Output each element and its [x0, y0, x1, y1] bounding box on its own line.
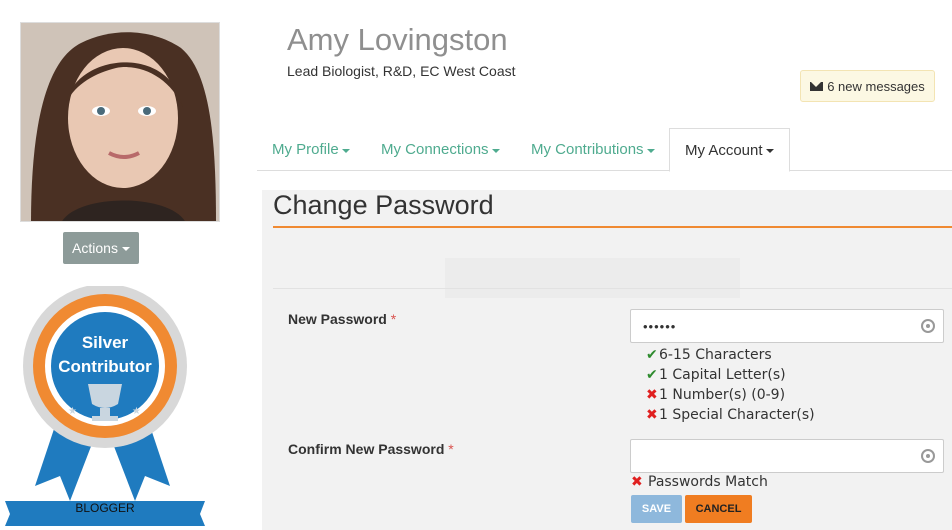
check-icon: ✔ [646, 347, 658, 363]
svg-text:★: ★ [132, 406, 141, 417]
profile-role: Lead Biologist, R&D, EC West Coast [287, 63, 516, 79]
badge-ribbon-text: BLOGGER [75, 501, 135, 515]
tab-my-profile[interactable]: My Profile [272, 128, 350, 171]
messages-label: 6 new messages [827, 78, 925, 94]
cross-icon: ✖ [646, 387, 658, 403]
badge-line1: Silver [82, 333, 129, 352]
new-password-label: New Password * [288, 311, 397, 327]
tab-label: My Connections [381, 141, 489, 158]
chevron-down-icon [121, 247, 130, 251]
change-password-panel [262, 190, 952, 530]
rule-item: ✖ 1 Number(s) (0-9) [646, 387, 786, 403]
save-button[interactable]: SAVE [631, 495, 682, 523]
new-password-field[interactable]: •••••• [630, 309, 944, 343]
messages-button[interactable]: 6 new messages [800, 70, 935, 102]
tab-label: My Account [685, 141, 763, 159]
passwords-match-status: ✖ Passwords Match [631, 474, 768, 490]
password-rules: ✔ 6-15 Characters ✔ 1 Capital Letter(s) ✖ 1… [646, 345, 815, 425]
new-password-value: •••••• [643, 318, 677, 334]
silver-contributor-badge: Silver Contributor ★ ★ BLOGGER [0, 284, 215, 530]
form-divider [273, 288, 952, 289]
actions-button[interactable]: Actions [63, 232, 139, 264]
chevron-down-icon [765, 149, 774, 153]
title-divider [273, 226, 952, 228]
chevron-down-icon [491, 148, 500, 153]
tab-my-connections[interactable]: My Connections [381, 128, 500, 171]
tab-label: My Contributions [531, 141, 644, 158]
rule-item: ✔ 1 Capital Letter(s) [646, 367, 786, 383]
confirm-password-field[interactable] [630, 439, 944, 473]
tab-my-account[interactable]: My Account [669, 128, 790, 172]
show-password-icon[interactable] [921, 319, 935, 333]
rule-item: ✖ 1 Special Character(s) [646, 407, 815, 423]
chevron-down-icon [341, 148, 350, 153]
actions-label: Actions [72, 240, 118, 256]
cancel-button[interactable]: CANCEL [685, 495, 752, 523]
profile-tabs: My Profile My Connections My Contributio… [257, 128, 952, 172]
cross-icon: ✖ [631, 474, 643, 490]
tab-label: My Profile [272, 141, 339, 158]
cross-icon: ✖ [646, 407, 658, 423]
rule-item: ✔ 6-15 Characters [646, 347, 772, 363]
chevron-down-icon [646, 148, 655, 153]
page-title: Change Password [273, 190, 494, 220]
envelope-icon [810, 81, 824, 91]
tab-my-contributions[interactable]: My Contributions [531, 128, 655, 171]
panel-placeholder-bar [445, 258, 740, 298]
badge-line2: Contributor [58, 357, 152, 376]
show-password-icon[interactable] [921, 449, 935, 463]
profile-photo [20, 22, 220, 222]
check-icon: ✔ [646, 367, 658, 383]
confirm-password-label: Confirm New Password * [288, 441, 454, 457]
profile-name: Amy Lovingston [287, 22, 508, 57]
svg-text:★: ★ [68, 406, 77, 417]
